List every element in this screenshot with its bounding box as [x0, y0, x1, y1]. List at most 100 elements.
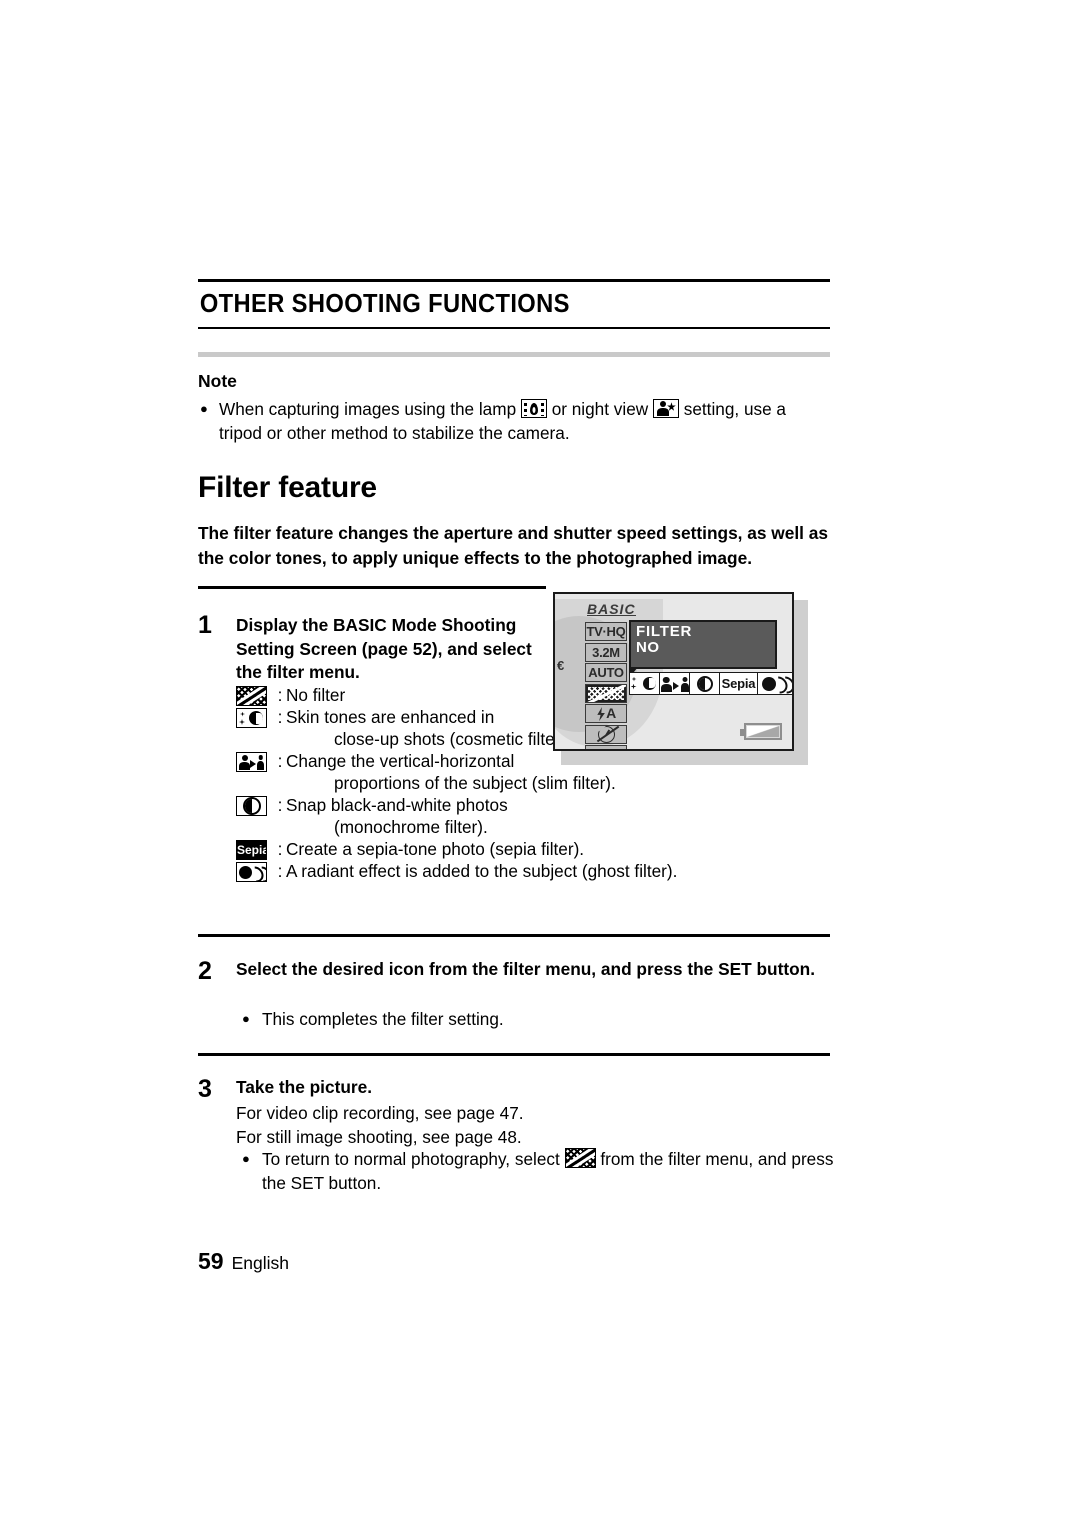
filter-desc: Snap black-and-white photos [286, 795, 508, 815]
sidebar-item-iso[interactable]: AUTO [585, 663, 627, 682]
camera-screen-illustration: € BASIC TV·HQ 3.2M AUTO A FILTER NO Sepi… [553, 592, 808, 765]
no-filter-icon [236, 686, 267, 706]
sepia-filter-icon: Sepia [236, 840, 267, 860]
filter-desc-wrap: Skin tones are enhanced in close-up shot… [286, 706, 571, 750]
step-2-rule [198, 934, 830, 937]
filter-desc: No filter [286, 685, 346, 705]
section-intro: The filter feature changes the aperture … [198, 523, 828, 568]
camera-sidebar: TV·HQ 3.2M AUTO A [585, 622, 627, 751]
note-text-part2: or night view [551, 399, 649, 420]
sidebar-item-resolution[interactable]: TV·HQ [585, 622, 627, 641]
note-text-part1: When capturing images using the lamp [219, 399, 517, 420]
note-body: ● When capturing images using the lamp or… [198, 398, 830, 445]
filter-colon: : [277, 685, 283, 705]
camera-lcd-frame: € BASIC TV·HQ 3.2M AUTO A FILTER NO Sepi… [553, 592, 794, 751]
filter-option-monochrome: : Snap black-and-white photos (monochrom… [236, 794, 756, 838]
page-language: English [231, 1253, 289, 1273]
mode-badge: BASIC [587, 601, 636, 617]
step-1-number: 1 [198, 611, 212, 639]
step-2-bullet: ● This completes the filter setting. [240, 1008, 842, 1032]
dial-mark: € [557, 658, 565, 673]
filter-desc-wrap: Snap black-and-white photos (monochrome … [286, 794, 508, 838]
strip-item-monochrome[interactable] [690, 673, 720, 694]
chapter-title: OTHER SHOOTING FUNCTIONS [199, 290, 570, 318]
filter-desc: A radiant effect is added to the subject… [286, 861, 678, 881]
cosmetic-filter-icon [236, 708, 267, 728]
slim-filter-icon [236, 752, 267, 772]
filter-popup-title: FILTER [636, 623, 693, 640]
page-number: 59 [198, 1248, 224, 1274]
step-1-heading: Display the BASIC Mode Shooting Setting … [236, 615, 532, 683]
section-heading: Filter feature [198, 471, 377, 504]
sidebar-item-setup[interactable] [585, 745, 627, 751]
filter-icon-cell [236, 794, 274, 816]
filter-popup-value: NO [636, 638, 660, 656]
flash-auto-icon: A [596, 704, 616, 722]
filter-desc-cont: (monochrome filter). [334, 817, 488, 837]
filter-icon-cell: Sepia [236, 838, 274, 860]
strip-item-cosmetic[interactable] [630, 673, 660, 694]
filter-icon-cell [236, 860, 274, 882]
filter-menu-strip: Sepia [629, 672, 792, 698]
filter-icon-cell [236, 750, 274, 772]
filter-icon-cell [236, 684, 274, 706]
step-3-line-2: For still image shooting, see page 48. [236, 1127, 522, 1147]
cosmetic-filter-icon [630, 676, 658, 692]
step-3-number: 3 [198, 1075, 212, 1103]
ghost-filter-icon [236, 862, 267, 882]
note-grey-bar [198, 352, 830, 357]
strip-item-sepia[interactable]: Sepia [720, 673, 758, 694]
page-footer: 59 English [198, 1248, 289, 1275]
filter-popup: FILTER NO [629, 620, 777, 669]
note-label: Note [198, 371, 237, 391]
bullet-glyph: ● [242, 1010, 250, 1026]
filter-colon: : [277, 795, 283, 815]
step-3-rule [198, 1053, 830, 1056]
night-view-icon [652, 399, 679, 419]
step-2-heading: Select the desired icon from the filter … [236, 959, 816, 979]
bullet-glyph: ● [242, 1150, 250, 1166]
sepia-filter-label: Sepia [721, 676, 756, 691]
filter-desc-cont: close-up shots (cosmetic filter). [334, 729, 571, 749]
strip-item-ghost[interactable] [758, 672, 792, 698]
filter-option-sepia: Sepia : Create a sepia-tone photo (sepia… [236, 838, 756, 860]
battery-icon [740, 723, 782, 740]
wrench-icon [594, 749, 618, 751]
self-timer-icon [596, 725, 619, 743]
filter-colon: : [277, 707, 283, 727]
sidebar-item-filter[interactable] [585, 683, 627, 703]
filter-colon: : [277, 751, 283, 771]
step-3-bullet: ● To return to normal photography, select… [240, 1148, 854, 1195]
filter-desc: Skin tones are enhanced in [286, 707, 495, 727]
bullet-glyph: ● [200, 400, 208, 416]
sepia-icon-label: Sepia [237, 843, 267, 857]
sidebar-item-flash[interactable]: A [585, 704, 627, 723]
step-1-rule [198, 586, 546, 589]
note-block: Note ● When capturing images using the la… [198, 352, 830, 445]
monochrome-filter-icon [236, 796, 267, 816]
filter-colon: : [277, 839, 283, 859]
strip-item-slim[interactable] [660, 673, 690, 694]
filter-icon-cell [236, 706, 274, 728]
step-3-line-1: For video clip recording, see page 47. [236, 1103, 524, 1123]
filter-colon: : [277, 861, 283, 881]
step-2-number: 2 [198, 957, 212, 985]
sidebar-item-image-size[interactable]: 3.2M [585, 642, 627, 662]
ghost-filter-icon [762, 672, 792, 698]
step-3-heading: Take the picture. [236, 1077, 373, 1097]
flash-auto-label: A [606, 704, 616, 721]
chapter-rule-bottom [198, 326, 830, 329]
lamp-icon [520, 399, 547, 419]
chapter-header: OTHER SHOOTING FUNCTIONS [198, 279, 830, 329]
filter-desc-cont: proportions of the subject (slim filter)… [334, 773, 616, 793]
filter-desc: Change the vertical-horizontal [286, 751, 515, 771]
no-filter-icon [564, 1148, 596, 1168]
filter-desc: Create a sepia-tone photo (sepia filter)… [286, 839, 585, 859]
filter-option-ghost: : A radiant effect is added to the subje… [236, 860, 756, 882]
slim-filter-icon [660, 676, 689, 692]
sidebar-item-self-timer[interactable] [585, 724, 627, 744]
step-3-bullet-part1: To return to normal photography, select [262, 1149, 560, 1169]
step-2-bullet-text: This completes the filter setting. [262, 1009, 504, 1029]
manual-page: OTHER SHOOTING FUNCTIONS Note ● When capt… [0, 0, 1080, 1529]
monochrome-filter-icon [696, 675, 713, 692]
